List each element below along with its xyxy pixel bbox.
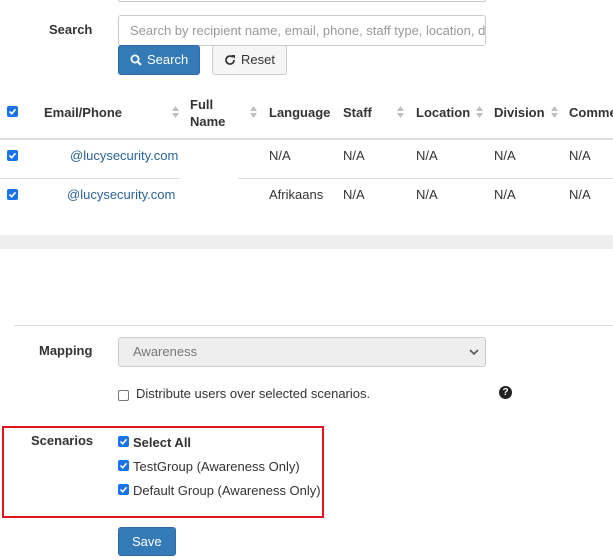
column-header-location[interactable]: Location (416, 104, 470, 121)
column-header-full-name-line1: Full (190, 97, 214, 112)
check-icon (119, 438, 128, 445)
check-icon (119, 486, 128, 493)
scenarios-label: Scenarios (31, 433, 94, 448)
distribute-users-label: Distribute users over selected scenarios… (136, 386, 371, 401)
sort-icon[interactable] (551, 106, 558, 118)
row-location: N/A (416, 148, 438, 163)
column-header-staff[interactable]: Staff (343, 104, 372, 121)
mapping-label: Mapping (39, 343, 93, 358)
column-header-full-name[interactable]: Full Name (190, 96, 225, 130)
refresh-icon (225, 55, 235, 65)
sort-icon[interactable] (397, 106, 404, 118)
reset-button[interactable]: Reset (212, 45, 287, 75)
table-scrollbar-track[interactable] (0, 235, 613, 249)
mapping-select[interactable]: Awareness (118, 337, 486, 367)
search-button-label: Search (147, 52, 189, 67)
row-staff: N/A (343, 148, 365, 163)
check-icon (8, 108, 17, 115)
row-checkbox[interactable] (7, 189, 18, 200)
chevron-down-icon (469, 349, 479, 356)
reset-button-label: Reset (241, 52, 275, 67)
scenario-label-default-group: Default Group (Awareness Only) (133, 483, 321, 498)
check-icon (8, 191, 17, 198)
sort-icon[interactable] (172, 106, 179, 118)
search-button[interactable]: Search (118, 45, 201, 75)
row-division: N/A (494, 148, 516, 163)
row-comments: N/A (569, 187, 591, 202)
select-all-scenarios-label: Select All (133, 435, 192, 450)
search-icon (130, 54, 142, 66)
row-language: N/A (269, 148, 291, 163)
scenario-checkbox-testgroup[interactable] (118, 460, 129, 471)
row-comments: N/A (569, 148, 591, 163)
scenario-label-testgroup: TestGroup (Awareness Only) (133, 459, 300, 474)
previous-field-bottom-edge (118, 0, 486, 2)
save-button-label: Save (132, 533, 162, 549)
search-input[interactable]: Search by recipient name, email, phone, … (118, 15, 486, 46)
column-header-comments[interactable]: Comme (569, 104, 613, 121)
row-email-link[interactable]: @lucysecurity.com (67, 187, 175, 202)
check-icon (8, 152, 17, 159)
column-header-division[interactable]: Division (494, 104, 545, 121)
column-header-full-name-line2: Name (190, 114, 226, 129)
row-checkbox[interactable] (7, 150, 18, 161)
select-all-scenarios-checkbox[interactable] (118, 436, 129, 447)
check-icon (119, 462, 128, 469)
row-language: Afrikaans (269, 187, 324, 202)
section-divider (14, 325, 613, 326)
distribute-users-checkbox[interactable] (118, 390, 129, 401)
row-location: N/A (416, 187, 438, 202)
mapping-select-value: Awareness (133, 344, 198, 359)
scenario-checkbox-default-group[interactable] (118, 484, 129, 495)
help-icon[interactable]: ? (499, 386, 512, 399)
save-button[interactable]: Save (118, 527, 176, 556)
row-email-link[interactable]: @lucysecurity.com (70, 148, 178, 163)
sort-icon[interactable] (250, 106, 257, 118)
search-label: Search (49, 22, 93, 37)
select-all-rows-checkbox[interactable] (7, 106, 18, 117)
column-header-email-phone[interactable]: Email/Phone (44, 104, 122, 121)
column-header-language[interactable]: Language (269, 104, 330, 121)
sort-icon[interactable] (476, 106, 483, 118)
row-staff: N/A (343, 187, 365, 202)
row-division: N/A (494, 187, 516, 202)
